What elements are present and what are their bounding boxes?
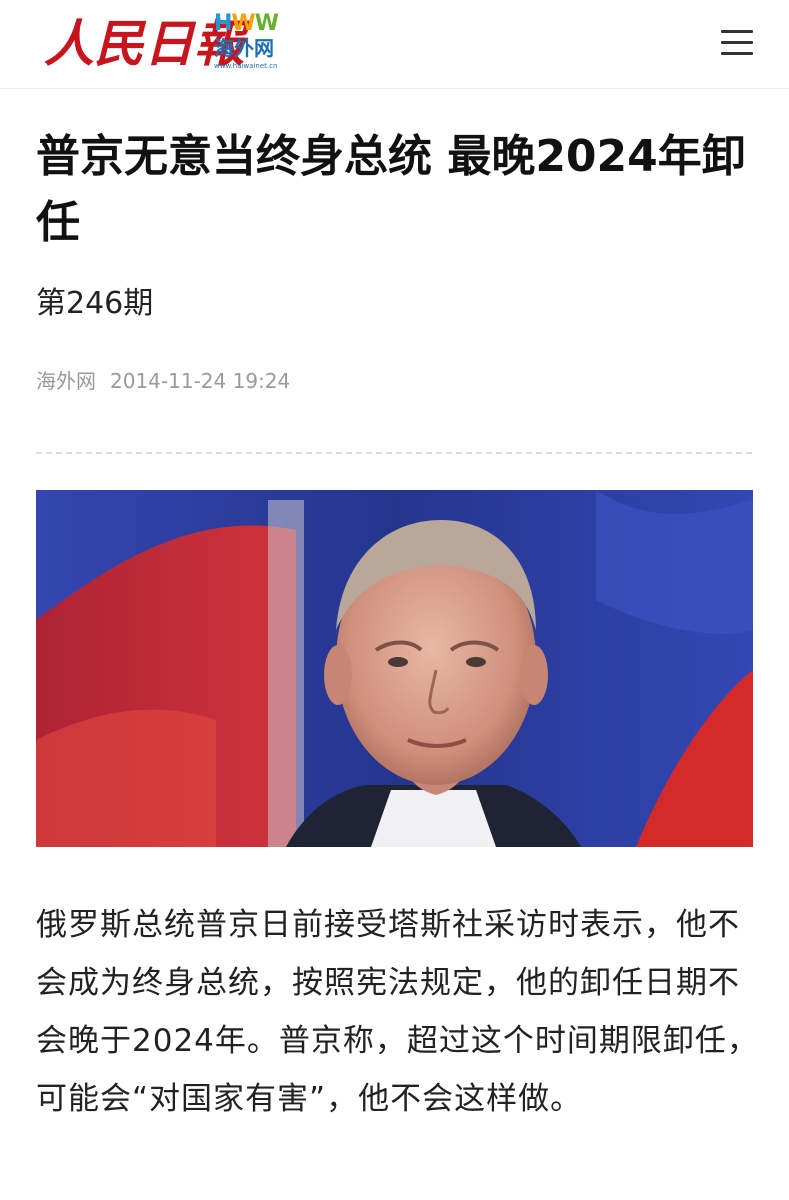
article-photo[interactable] [36,490,753,847]
hamburger-menu-icon[interactable] [721,28,753,56]
article-body: 俄罗斯总统普京日前接受塔斯社采访时表示，他不会成为终身总统，按照宪法规定，他的卸… [36,907,759,1117]
article-meta: 海外网 2014-11-24 19:24 [36,366,290,396]
haiwainet-logo-name: 海外网 [214,36,274,60]
logo-letter-w1: W [231,11,255,36]
article-title: 普京无意当终身总统 最晚2024年卸任 [36,131,746,248]
haiwainet-logo-url: www.haiwainet.cn [214,62,278,70]
menu-line [721,52,753,55]
dashed-divider [36,452,752,454]
menu-line [721,30,753,33]
photo-icon [36,490,753,847]
article-date: 2014-11-24 19:24 [110,369,291,393]
logo-letter-w2: W [254,11,279,36]
article-issue-number: 第246期 [36,286,154,321]
article-source[interactable]: 海外网 [36,369,96,393]
top-navigation-bar: 人民日報 HWW 海外网 www.haiwainet.cn [0,0,789,89]
haiwainet-logo-letters: HWW [214,11,279,36]
logo-letter-h: H [214,11,232,36]
menu-line [721,41,753,44]
haiwainet-logo[interactable]: HWW 海外网 www.haiwainet.cn [214,12,292,76]
